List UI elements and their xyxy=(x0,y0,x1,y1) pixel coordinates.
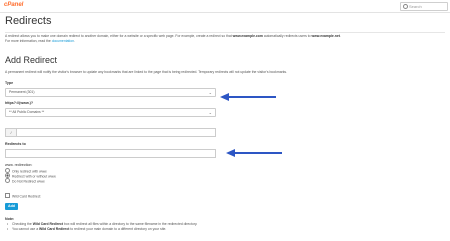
add-button[interactable]: Add xyxy=(5,203,18,210)
add-redirect-heading: Add Redirect xyxy=(5,55,58,65)
chevron-down-icon: ⌄ xyxy=(208,90,212,95)
annotation-arrow-redirects-to xyxy=(226,149,282,157)
wildcard-redirect-option[interactable]: Wild Card Redirect xyxy=(5,193,40,199)
type-select[interactable]: Permanent (301) ⌄ xyxy=(5,88,216,97)
top-bar: cPanel Search xyxy=(0,0,450,13)
domain-label: https?://(www.)? xyxy=(5,101,34,105)
title-divider xyxy=(5,32,445,33)
wildcard-checkbox[interactable] xyxy=(5,193,10,198)
note-item: You cannot use a Wild Card Redirect to r… xyxy=(7,227,197,232)
type-select-value: Permanent (301) xyxy=(9,90,35,94)
example-domain-from: www.example.com xyxy=(232,34,263,38)
page-title: Redirects xyxy=(5,15,52,27)
path-row: / xyxy=(5,128,216,137)
search-input[interactable]: Search xyxy=(400,2,448,11)
redirects-to-label: Redirects to xyxy=(5,142,26,146)
path-input[interactable] xyxy=(16,128,216,137)
example-domain-to: www.example.net xyxy=(311,34,340,38)
domain-select[interactable]: ** All Public Domains ** ⌄ xyxy=(5,108,216,117)
documentation-link[interactable]: documentation xyxy=(52,39,74,43)
www-redirection-label: www. redirection: xyxy=(5,163,33,167)
radio-do-not-redirect-www[interactable]: Do Not Redirect www. xyxy=(5,178,45,184)
search-icon xyxy=(403,3,408,9)
note-list: Checking the Wild Card Redirect box will… xyxy=(7,222,197,232)
annotation-arrow-type xyxy=(220,93,276,101)
chevron-down-icon: ⌄ xyxy=(208,110,212,115)
radio-button[interactable] xyxy=(5,178,10,183)
add-redirect-description: A permanent redirect will notify the vis… xyxy=(5,70,288,74)
search-placeholder: Search xyxy=(409,4,422,9)
cpanel-logo[interactable]: cPanel xyxy=(4,2,23,8)
type-label: Type xyxy=(5,81,14,85)
note-title: Note: xyxy=(5,217,15,221)
domain-select-value: ** All Public Domains ** xyxy=(9,110,45,114)
page-description: A redirect allows you to make one domain… xyxy=(5,34,341,43)
redirects-to-input[interactable] xyxy=(5,149,216,158)
